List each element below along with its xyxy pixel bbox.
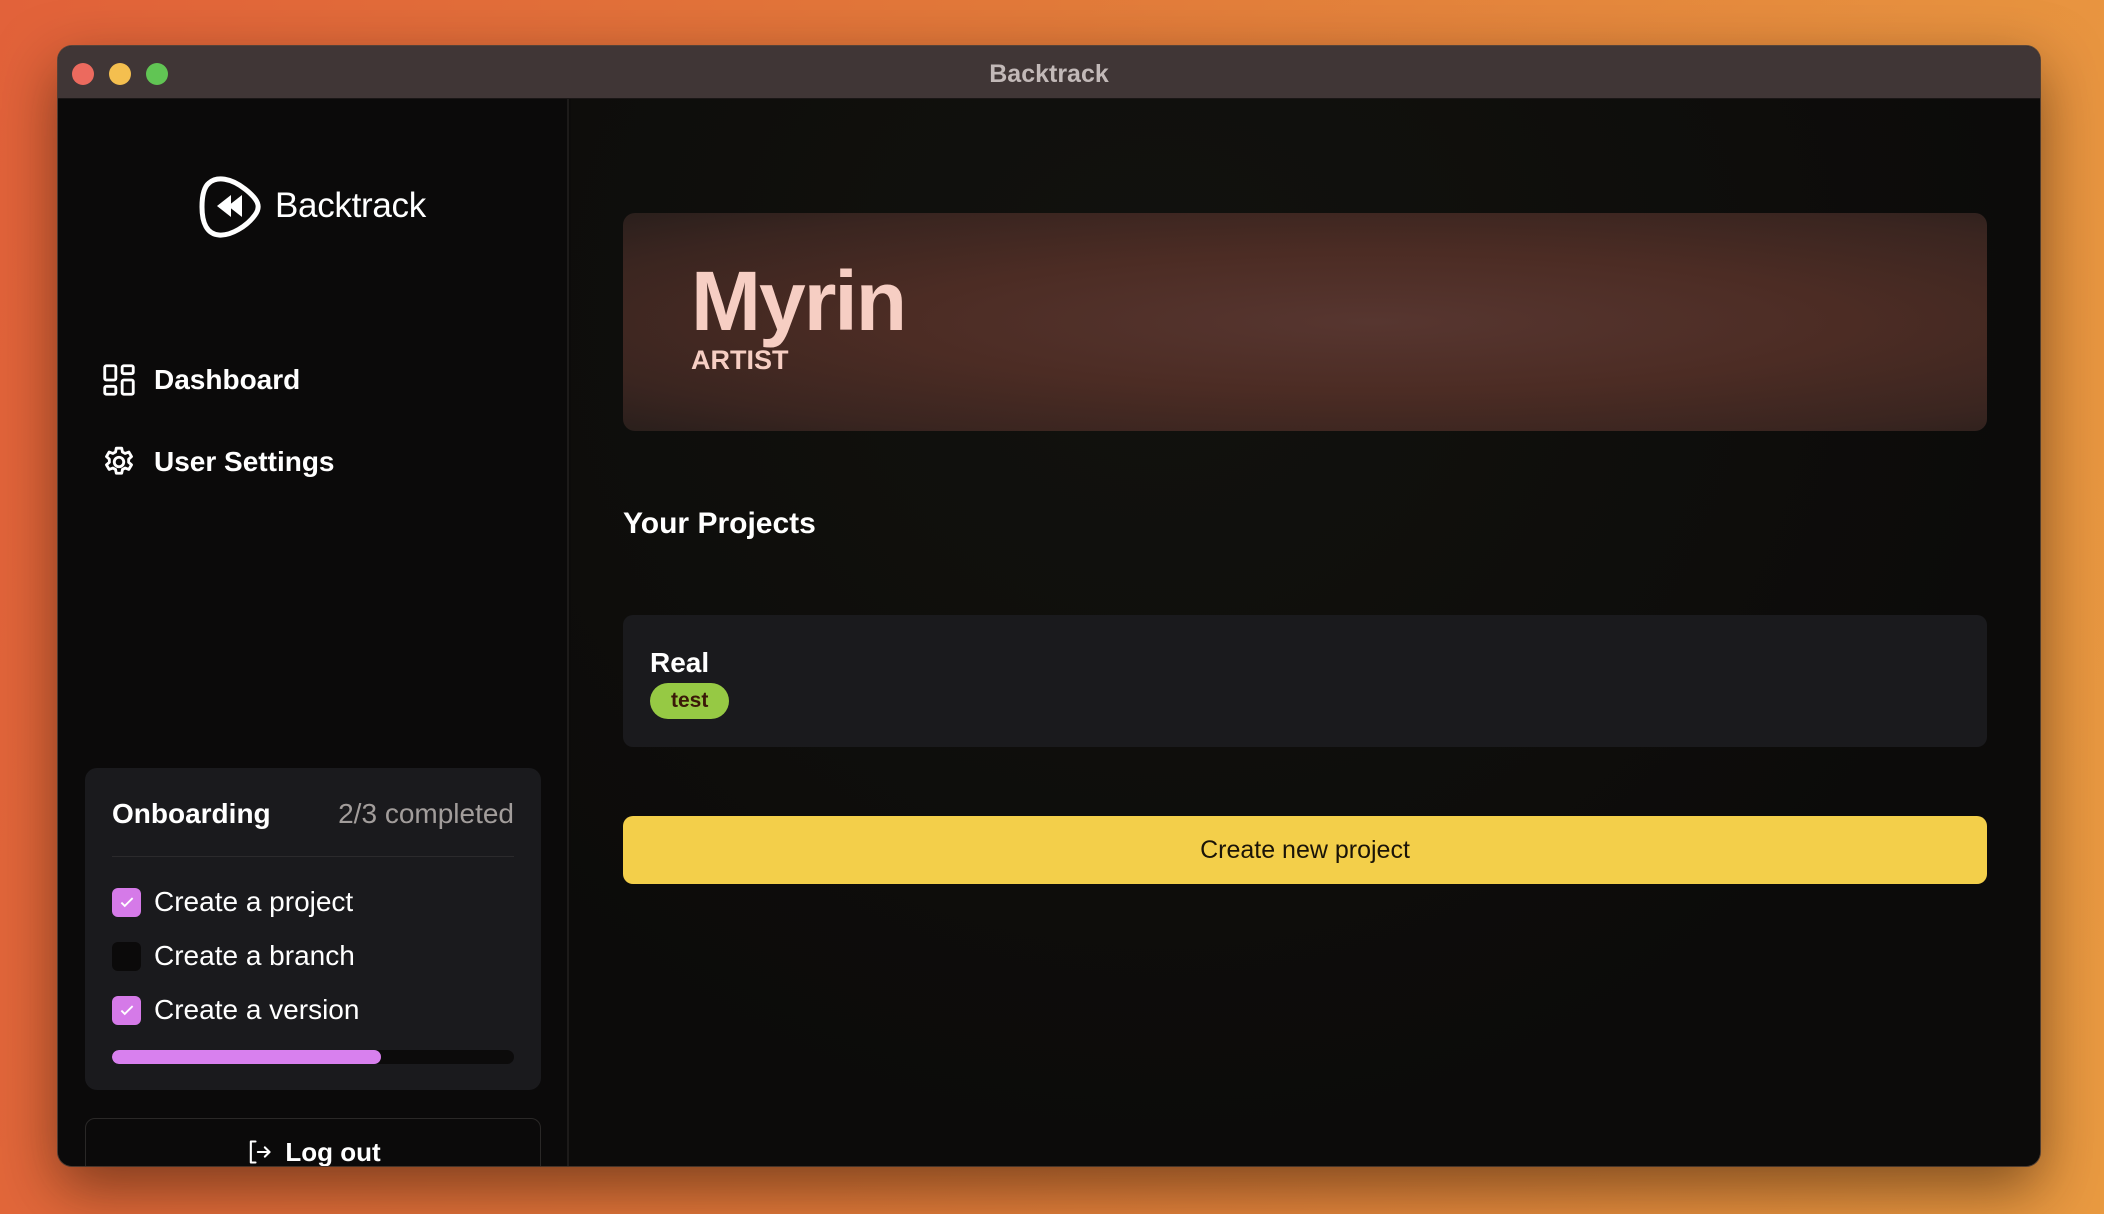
logo-text: Backtrack <box>275 186 426 225</box>
check-icon <box>120 1005 133 1016</box>
gear-icon <box>105 446 133 475</box>
checkbox-checked[interactable] <box>112 887 141 917</box>
logout-label: Log out <box>285 1136 381 1167</box>
onboarding-header: Onboarding 2/3 completed <box>112 798 514 830</box>
main-content: Myrin ARTIST Your Projects Real test Cre… <box>571 99 2040 1166</box>
dashboard-grid-icon <box>103 364 135 396</box>
divider <box>112 856 514 857</box>
profile-role: ARTIST <box>691 345 789 375</box>
project-tag: test <box>650 683 730 719</box>
check-icon <box>120 897 133 908</box>
onboarding-item[interactable]: Create a branch <box>112 940 355 972</box>
projects-heading: Your Projects <box>623 507 816 540</box>
create-project-button[interactable]: Create new project <box>623 816 1987 884</box>
sidebar: Backtrack Dashboard User Settings Onboar… <box>58 99 569 1166</box>
sidebar-item-label: Dashboard <box>154 364 301 395</box>
project-card[interactable]: Real test <box>623 615 1987 747</box>
profile-name: Myrin <box>691 254 907 348</box>
app-logo[interactable]: Backtrack <box>195 171 426 241</box>
title-bar: Backtrack <box>58 46 2040 99</box>
onboarding-count: 2/3 completed <box>338 798 514 829</box>
onboarding-item-label: Create a branch <box>154 940 355 971</box>
onboarding-item[interactable]: Create a project <box>112 886 353 918</box>
onboarding-title: Onboarding <box>112 798 271 829</box>
sidebar-item-label: User Settings <box>154 446 335 477</box>
onboarding-panel: Onboarding 2/3 completed Create a projec… <box>85 768 541 1090</box>
window-title: Backtrack <box>989 60 1109 88</box>
logout-button[interactable]: Log out <box>85 1118 541 1166</box>
onboarding-progress-bar <box>112 1050 514 1064</box>
logout-icon <box>250 1140 271 1164</box>
onboarding-item[interactable]: Create a version <box>112 994 359 1026</box>
profile-banner: Myrin ARTIST <box>623 213 1987 431</box>
sidebar-item-dashboard[interactable]: Dashboard <box>100 361 300 399</box>
checkbox-unchecked[interactable] <box>112 941 141 971</box>
project-name: Real <box>650 647 710 678</box>
onboarding-item-label: Create a version <box>154 994 360 1025</box>
sidebar-item-user-settings[interactable]: User Settings <box>100 443 335 481</box>
checkbox-checked[interactable] <box>112 995 141 1025</box>
onboarding-item-label: Create a project <box>154 886 354 917</box>
progress-fill <box>112 1050 382 1064</box>
app-window: Backtrack Backtrack Dashboard User Setti… <box>58 46 2040 1166</box>
rewind-logo-icon <box>199 176 261 238</box>
